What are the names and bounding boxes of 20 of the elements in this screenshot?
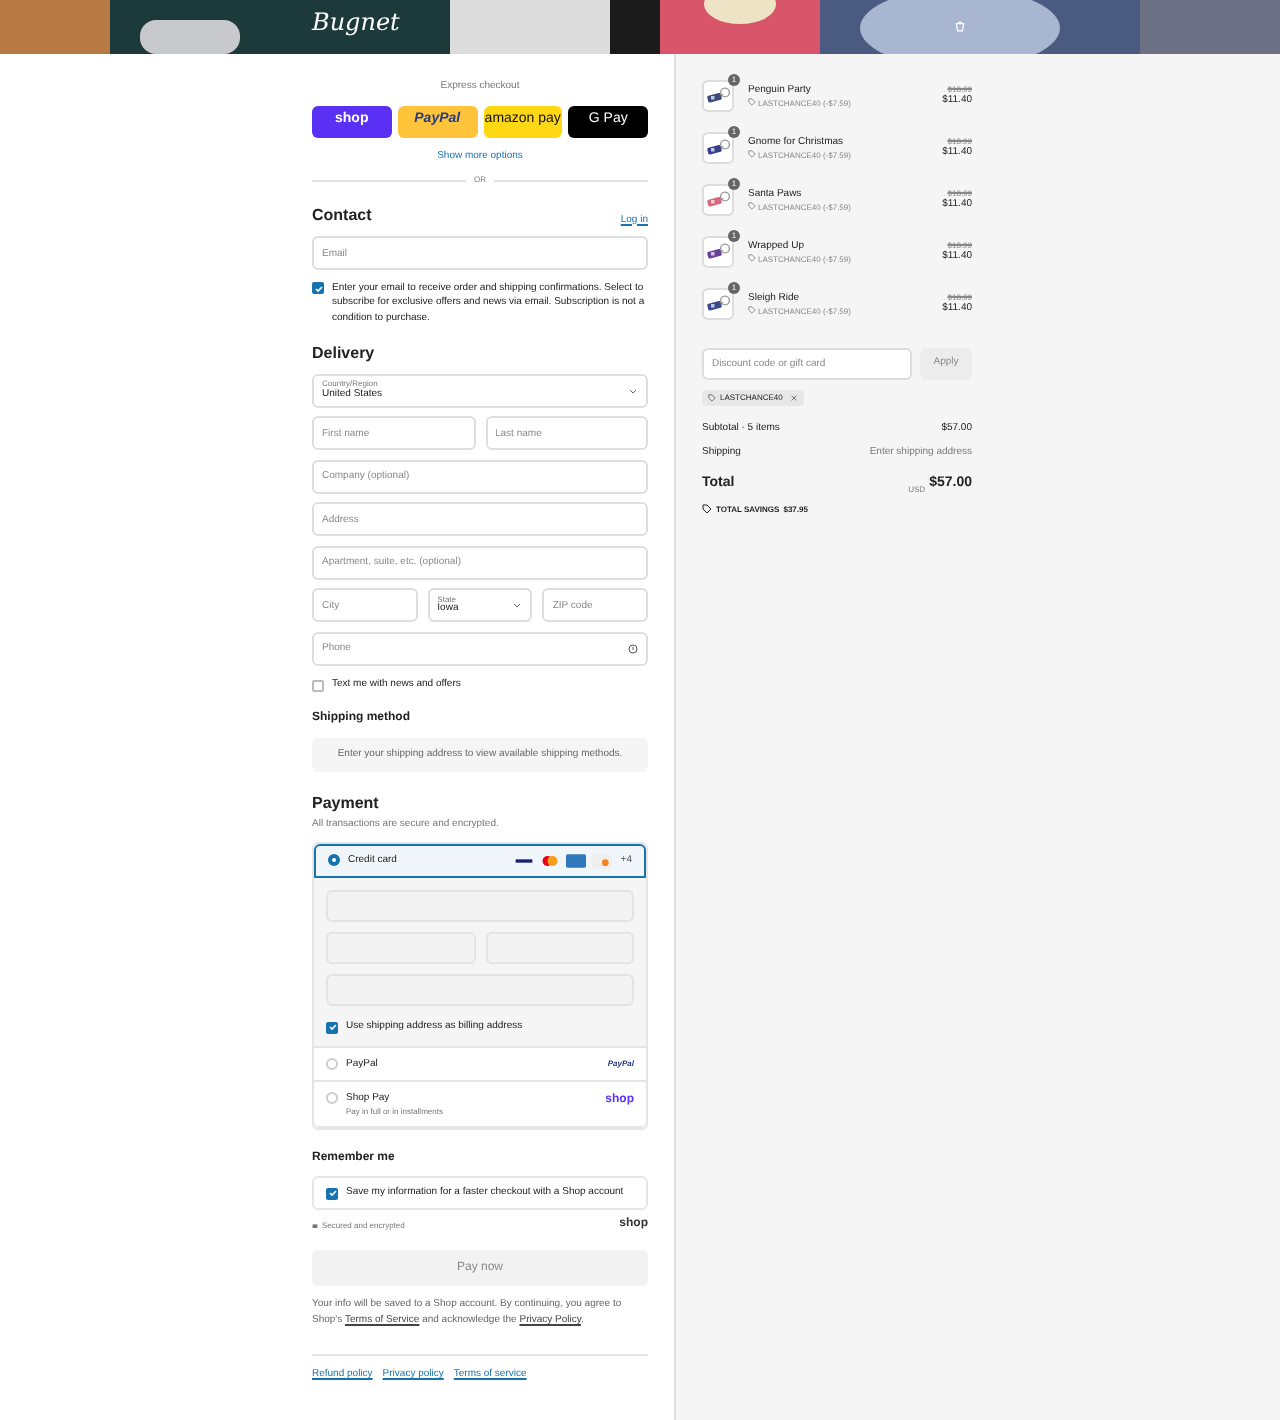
radio-button[interactable]: [328, 854, 340, 867]
card-logo-icon: [566, 853, 587, 868]
tag-icon: [748, 202, 756, 211]
logo[interactable]: Bugnet: [312, 10, 400, 34]
tag-icon: [748, 98, 756, 107]
card-logo-icon: [514, 853, 535, 868]
section-heading: Contact: [312, 204, 372, 228]
tag-icon: [748, 306, 756, 315]
card-logo-icon: [540, 853, 561, 868]
card-logo-icon: [592, 853, 613, 868]
section-heading: Delivery: [312, 341, 377, 366]
checkbox[interactable]: [312, 679, 324, 691]
tag-icon: [702, 504, 712, 514]
remove-icon[interactable]: [790, 394, 799, 402]
tag-icon: [748, 150, 756, 159]
section-heading: Payment: [312, 792, 381, 817]
tag-icon: [748, 254, 756, 263]
tag-icon: [708, 394, 716, 402]
help-icon: [628, 643, 638, 654]
lock-icon: [312, 1222, 318, 1229]
